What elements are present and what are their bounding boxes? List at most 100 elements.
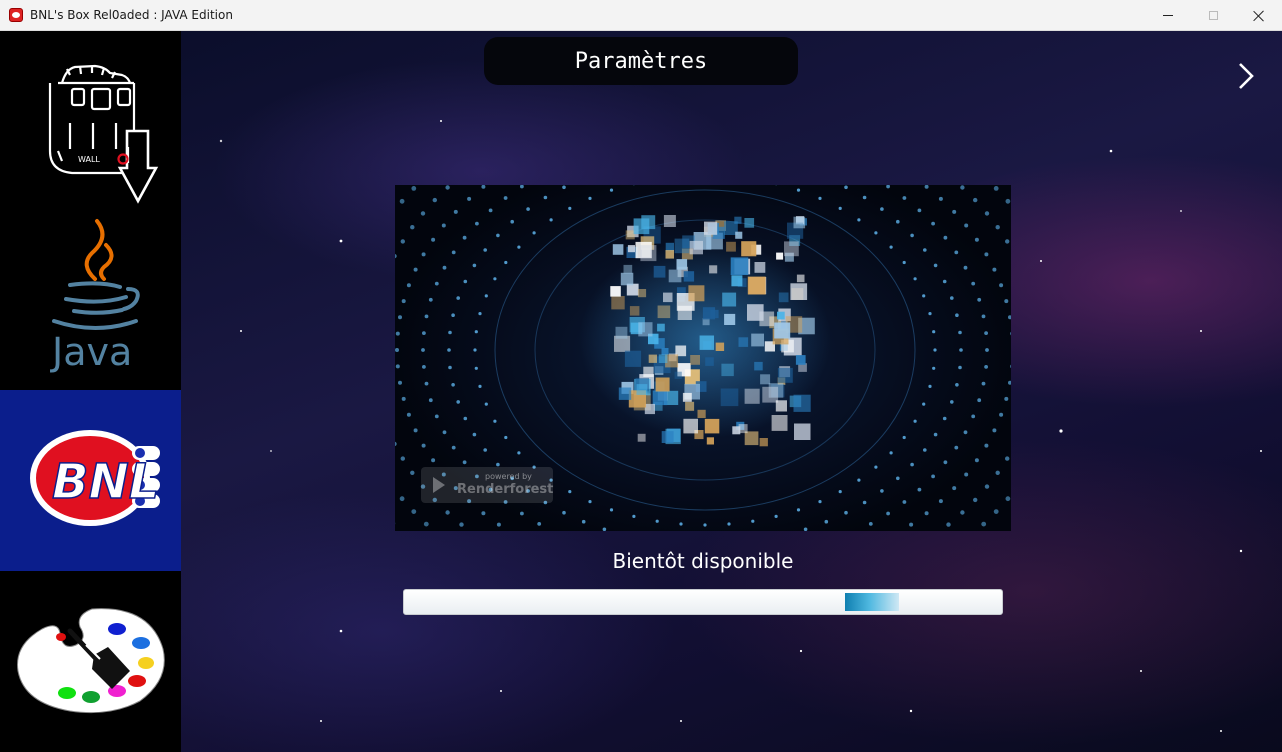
paint-palette-icon [17,608,165,714]
cube-particle [796,274,805,283]
cube-particle [730,257,749,275]
video-player[interactable]: powered by Renderforest [395,185,1011,531]
cube-particle [610,286,621,297]
cube-particle [720,388,739,407]
cube-particle [754,361,763,371]
close-icon [1253,10,1265,22]
cube-particle [751,333,764,347]
cube-particle [663,215,676,227]
cube-particle [794,423,811,440]
cube-particle [771,415,788,431]
cube-particle [690,355,700,365]
cube-particle [793,216,806,229]
cube-particle [795,355,806,365]
close-button[interactable] [1236,0,1282,31]
watermark-small-text: powered by [485,472,532,481]
cube-particle [731,275,743,287]
cube-particle [626,283,639,296]
cube-particle [655,377,670,392]
cube-particle [633,218,650,235]
cube-particle [674,371,682,379]
cube-particle [704,221,718,235]
cube-particle [682,392,692,402]
cube-particle [668,269,682,283]
progress-bar [403,589,1003,615]
cube-particle [724,313,736,325]
sidebar-item-paint[interactable] [0,571,181,752]
cube-particle [793,394,811,412]
sidebar-item-wall-e[interactable]: WALL [0,31,181,209]
cube-particle [754,262,766,273]
cube-particle [611,296,625,310]
cube-particle [760,374,771,385]
cube-particle [625,230,635,240]
cube-particle [735,231,743,239]
cube-particle [643,366,654,377]
cube-particle [618,387,632,400]
main-panel: Paramètres powered by Renderforest Bient… [181,31,1282,752]
sidebar-item-bnl[interactable]: BNL [0,390,181,571]
bnl-logo-text: BNL [52,454,159,510]
watermark-brand-text: Renderforest [457,482,553,497]
window-title: BNL's Box Rel0aded : JAVA Edition [30,8,233,22]
bnl-logo-icon: BNL [30,430,160,526]
cube-particle [744,218,755,228]
cube-particle [661,431,674,443]
cube-particle [665,250,674,259]
cube-particle [777,367,793,383]
cube-particle [636,384,648,395]
java-logo-text: Java [50,330,132,374]
cube-particle [706,437,714,445]
cube-particle [747,304,764,321]
cube-particle [644,403,655,415]
cube-particle [776,252,784,260]
cube-particle [627,245,635,253]
cube-particle [721,363,734,377]
cube-particle [777,311,785,320]
maximize-button[interactable] [1190,0,1236,31]
status-text: Bientôt disponible [612,549,794,573]
cube-particle [677,305,692,320]
cube-particle [615,326,628,339]
cube-particle [624,350,642,367]
cube-particle [657,323,665,332]
cube-particle [697,409,706,418]
progress-indicator [845,593,899,611]
cube-particle [790,283,808,300]
sidebar-item-java[interactable]: Java [0,209,181,390]
cube-particle [744,431,759,446]
cube-particle [709,265,718,274]
cube-particle [661,348,669,355]
cube-particle [612,244,624,255]
cube-particle [762,386,779,403]
java-icon: Java [50,219,140,374]
cube-particle [663,292,673,303]
chevron-right-icon[interactable] [1231,59,1261,93]
cube-particle [657,305,671,319]
cube-particle [683,271,695,282]
cube-particle [638,322,653,337]
cube-particle [637,433,646,442]
cube-particle [652,390,668,406]
cube-particle [784,241,799,257]
cube-particle [688,285,705,302]
title-bar: BNL's Box Rel0aded : JAVA Edition [0,0,1282,31]
cube-particle [648,354,657,363]
minimize-button[interactable] [1145,0,1191,31]
page-title: Paramètres [484,37,798,85]
cube-particle [778,292,789,303]
cube-particle [726,241,736,252]
cube-particle [637,289,647,298]
cube-particle [774,322,791,339]
cube-particle [689,240,703,255]
cube-particle [744,388,760,404]
cube-particle [683,418,698,434]
wall-e-logo-text: WALL [78,155,100,164]
minimize-icon [1163,15,1173,16]
cube-particle [640,245,657,262]
cube-particle [665,242,674,252]
cube-particle [658,354,668,363]
wall-e-download-icon: WALL [48,64,159,204]
cube-particle [629,306,640,316]
cube-particle [759,438,768,447]
